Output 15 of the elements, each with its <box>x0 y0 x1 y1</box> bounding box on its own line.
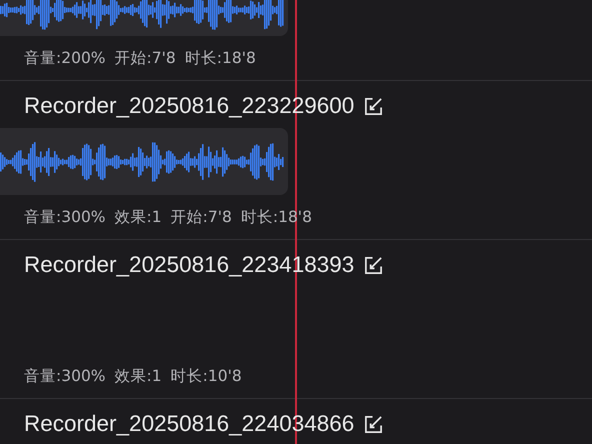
stat-label: 音量:300% <box>24 366 106 386</box>
stat-label: 效果:1 <box>114 366 162 386</box>
edit-icon[interactable] <box>364 414 384 434</box>
stat-label: 效果:1 <box>114 206 162 228</box>
stat-label: 音量:300% <box>24 206 106 228</box>
stat-label: 开始:7'8 <box>114 48 176 68</box>
stat-label: 开始:7'8 <box>170 206 232 228</box>
edit-icon[interactable] <box>364 256 384 274</box>
playhead-line[interactable] <box>295 0 297 444</box>
edit-icon[interactable] <box>364 96 384 116</box>
waveform-panel[interactable] <box>0 0 288 36</box>
stat-label: 时长:10'8 <box>170 366 242 386</box>
waveform-panel[interactable] <box>0 128 288 195</box>
stat-label: 音量:200% <box>24 48 106 68</box>
stat-label: 时长:18'8 <box>184 48 256 68</box>
